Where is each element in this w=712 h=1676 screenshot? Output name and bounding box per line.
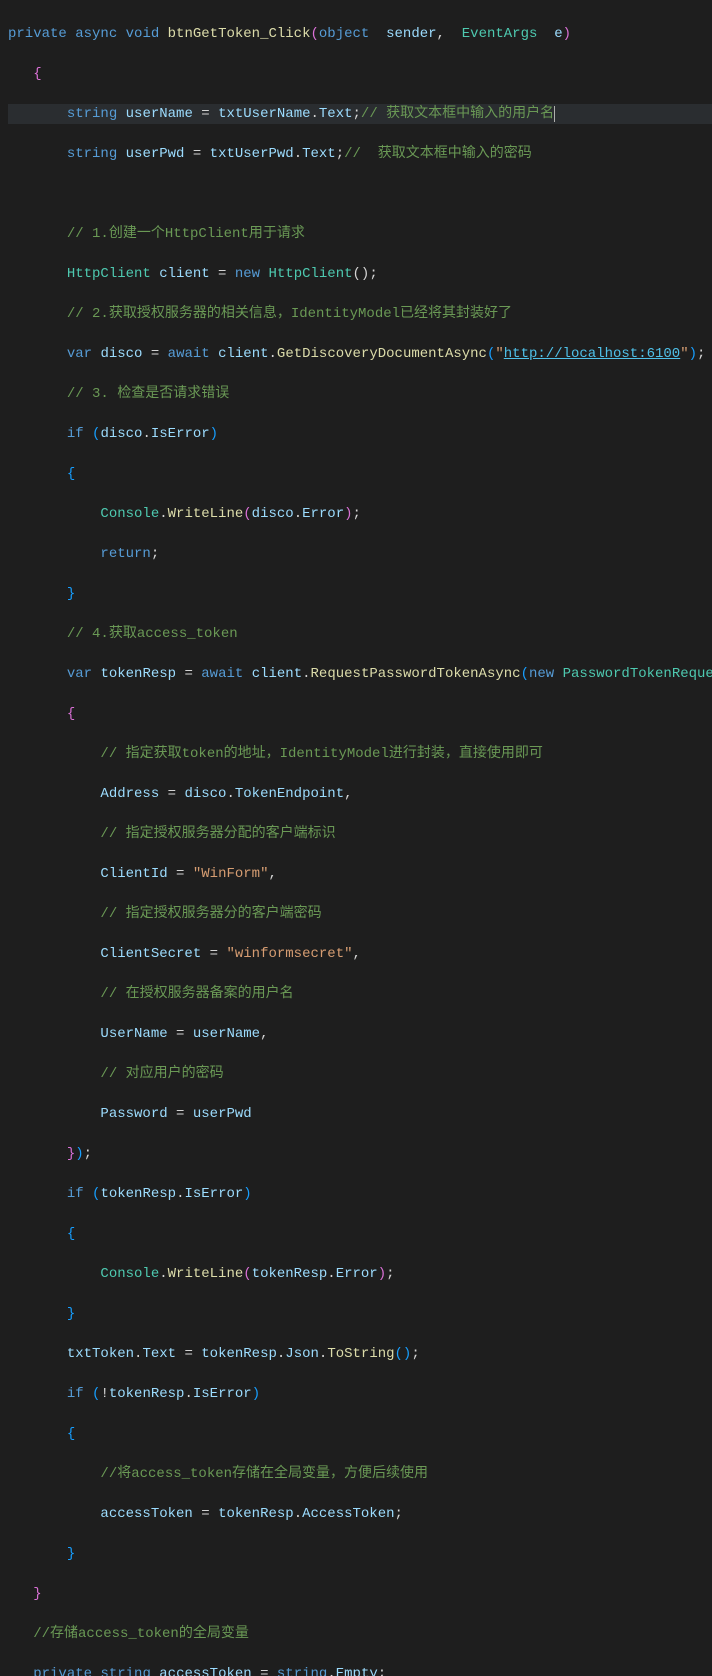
code-line: // 指定授权服务器分的客户端密码	[8, 904, 712, 924]
code-line	[8, 184, 712, 204]
code-line: {	[8, 464, 712, 484]
code-line: }	[8, 1584, 712, 1604]
code-line: // 4.获取access_token	[8, 624, 712, 644]
code-line: if (tokenResp.IsError)	[8, 1184, 712, 1204]
code-line: UserName = userName,	[8, 1024, 712, 1044]
code-line: });	[8, 1144, 712, 1164]
code-line: // 指定获取token的地址，IdentityModel进行封装，直接使用即可	[8, 744, 712, 764]
code-editor[interactable]: private async void btnGetToken_Click(obj…	[0, 0, 712, 1676]
code-line: //存储access_token的全局变量	[8, 1624, 712, 1644]
code-line: // 1.创建一个HttpClient用于请求	[8, 224, 712, 244]
code-line: ClientSecret = "winformsecret",	[8, 944, 712, 964]
code-line: Console.WriteLine(disco.Error);	[8, 504, 712, 524]
code-line: //将access_token存储在全局变量，方便后续使用	[8, 1464, 712, 1484]
code-line: {	[8, 704, 712, 724]
code-line: Address = disco.TokenEndpoint,	[8, 784, 712, 804]
code-line: {	[8, 1224, 712, 1244]
code-line: private async void btnGetToken_Click(obj…	[8, 24, 712, 44]
code-line: // 指定授权服务器分配的客户端标识	[8, 824, 712, 844]
code-line: var tokenResp = await client.RequestPass…	[8, 664, 712, 684]
code-line: if (disco.IsError)	[8, 424, 712, 444]
code-line: if (!tokenResp.IsError)	[8, 1384, 712, 1404]
code-line: {	[8, 64, 712, 84]
code-line: private string accessToken = string.Empt…	[8, 1664, 712, 1676]
code-line: Password = userPwd	[8, 1104, 712, 1124]
code-line: // 3. 检查是否请求错误	[8, 384, 712, 404]
code-line: accessToken = tokenResp.AccessToken;	[8, 1504, 712, 1524]
code-line: ClientId = "WinForm",	[8, 864, 712, 884]
code-line: {	[8, 1424, 712, 1444]
code-line-highlight: string userName = txtUserName.Text;// 获取…	[8, 104, 712, 124]
url-link[interactable]: http://localhost:6100	[504, 346, 680, 362]
code-line: var disco = await client.GetDiscoveryDoc…	[8, 344, 712, 364]
code-line: // 2.获取授权服务器的相关信息，IdentityModel已经将其封装好了	[8, 304, 712, 324]
code-line: // 对应用户的密码	[8, 1064, 712, 1084]
code-line: // 在授权服务器备案的用户名	[8, 984, 712, 1004]
code-line: txtToken.Text = tokenResp.Json.ToString(…	[8, 1344, 712, 1364]
code-line: return;	[8, 544, 712, 564]
code-line: }	[8, 1544, 712, 1564]
code-line: }	[8, 1304, 712, 1324]
code-line: string userPwd = txtUserPwd.Text;// 获取文本…	[8, 144, 712, 164]
code-line: HttpClient client = new HttpClient();	[8, 264, 712, 284]
code-line: Console.WriteLine(tokenResp.Error);	[8, 1264, 712, 1284]
code-line: }	[8, 584, 712, 604]
